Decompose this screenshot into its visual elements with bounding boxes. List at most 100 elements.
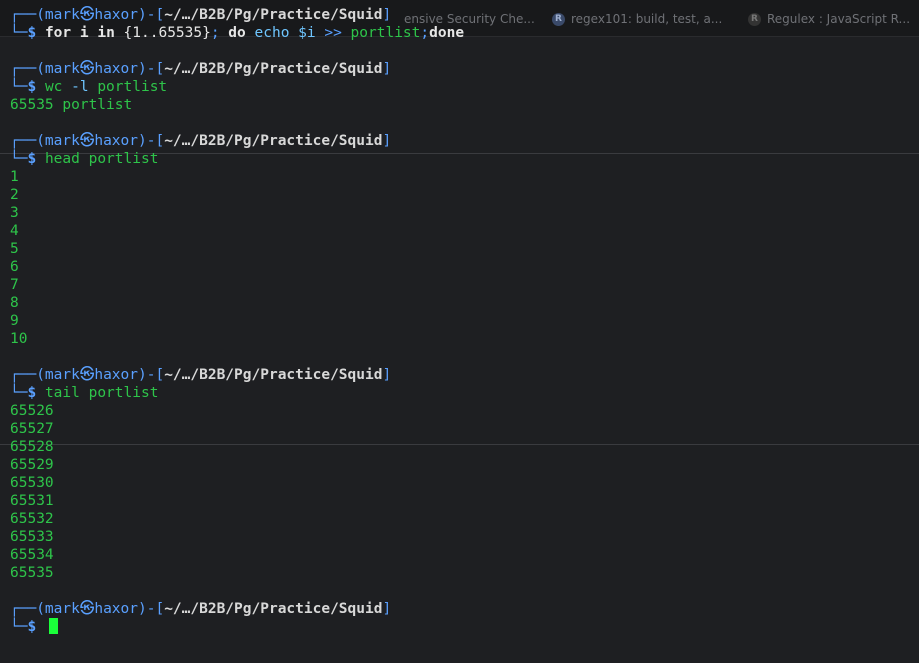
prompt-frame: └─ bbox=[10, 151, 28, 167]
prompt-frame: ] bbox=[382, 133, 392, 149]
terminal-cursor[interactable] bbox=[48, 618, 58, 634]
prompt-frame: ] bbox=[382, 61, 392, 77]
output-line: 65526 bbox=[10, 403, 54, 419]
command-line: └─$ bbox=[10, 618, 919, 636]
prompt-user: mark bbox=[44, 7, 80, 23]
prompt-line: ┌──(mark㉿haxor)-[~/…/B2B/Pg/Practice/Squ… bbox=[10, 6, 919, 24]
command-token: ; bbox=[210, 25, 220, 41]
prompt-cwd: ~/…/B2B/Pg/Practice/Squid bbox=[164, 601, 383, 617]
prompt-frame: ] bbox=[382, 367, 392, 383]
prompt-host: haxor bbox=[94, 367, 138, 383]
command-token: $i bbox=[289, 25, 325, 41]
command-token: done bbox=[429, 25, 465, 41]
output-line: 65535 portlist bbox=[10, 97, 133, 113]
command-line: └─$ tail portlist bbox=[10, 384, 919, 402]
prompt-frame: └─ bbox=[10, 619, 28, 635]
output-line: 65532 bbox=[10, 511, 54, 527]
output-line: 65528 bbox=[10, 439, 54, 455]
prompt-symbol: $ bbox=[27, 619, 37, 635]
terminal-window[interactable]: ensive Security Che... R regex101: build… bbox=[0, 0, 919, 663]
prompt-frame: ] bbox=[382, 7, 392, 23]
output-line: 65535 bbox=[10, 565, 54, 581]
output-line: 8 bbox=[10, 295, 19, 311]
prompt-cwd: ~/…/B2B/Pg/Practice/Squid bbox=[164, 61, 383, 77]
prompt-host: haxor bbox=[94, 61, 138, 77]
prompt-symbol: $ bbox=[27, 25, 37, 41]
prompt-cwd: ~/…/B2B/Pg/Practice/Squid bbox=[164, 367, 383, 383]
output-line: 7 bbox=[10, 277, 19, 293]
command-token: portlist bbox=[79, 151, 159, 167]
prompt-frame: └─ bbox=[10, 385, 28, 401]
command-token: >> bbox=[324, 25, 342, 41]
command-token: tail bbox=[44, 385, 80, 401]
command-token: head bbox=[44, 151, 80, 167]
command-token: portlist bbox=[97, 79, 168, 95]
prompt-frame: ┌──( bbox=[10, 367, 45, 383]
output-line: 9 bbox=[10, 313, 19, 329]
output-line: 65531 bbox=[10, 493, 54, 509]
command-line: └─$ wc -l portlist bbox=[10, 78, 919, 96]
output-line: 65527 bbox=[10, 421, 54, 437]
output-line: 65534 bbox=[10, 547, 54, 563]
skull-icon: ㉿ bbox=[79, 601, 95, 617]
prompt-symbol: $ bbox=[27, 79, 37, 95]
command-token: ; bbox=[420, 25, 430, 41]
skull-icon: ㉿ bbox=[79, 61, 95, 77]
output-line: 65533 bbox=[10, 529, 54, 545]
command-token: do bbox=[219, 25, 255, 41]
output-line: 1 bbox=[10, 169, 19, 185]
prompt-user: mark bbox=[44, 601, 80, 617]
output-line: 2 bbox=[10, 187, 19, 203]
command-token: in bbox=[97, 25, 115, 41]
output-line: 5 bbox=[10, 241, 19, 257]
prompt-frame: ┌──( bbox=[10, 61, 45, 77]
prompt-frame: )-[ bbox=[138, 61, 165, 77]
command-token: for bbox=[44, 25, 72, 41]
prompt-frame: ┌──( bbox=[10, 601, 45, 617]
prompt-symbol: $ bbox=[27, 385, 37, 401]
prompt-user: mark bbox=[44, 133, 80, 149]
prompt-frame: )-[ bbox=[138, 367, 165, 383]
command-token: echo bbox=[254, 25, 290, 41]
command-token: -l bbox=[62, 79, 98, 95]
prompt-cwd: ~/…/B2B/Pg/Practice/Squid bbox=[164, 7, 383, 23]
command-token: i bbox=[71, 25, 98, 41]
command-line: └─$ head portlist bbox=[10, 150, 919, 168]
prompt-line: ┌──(mark㉿haxor)-[~/…/B2B/Pg/Practice/Squ… bbox=[10, 600, 919, 618]
prompt-frame: )-[ bbox=[138, 601, 165, 617]
prompt-host: haxor bbox=[94, 7, 138, 23]
output-line: 4 bbox=[10, 223, 19, 239]
prompt-frame: ┌──( bbox=[10, 133, 45, 149]
prompt-frame: ] bbox=[382, 601, 392, 617]
skull-icon: ㉿ bbox=[79, 367, 95, 383]
skull-icon: ㉿ bbox=[79, 7, 95, 23]
prompt-user: mark bbox=[44, 61, 80, 77]
prompt-frame: └─ bbox=[10, 79, 28, 95]
command-token: wc bbox=[44, 79, 63, 95]
prompt-frame: )-[ bbox=[138, 7, 165, 23]
command-token: portlist bbox=[341, 25, 421, 41]
prompt-line: ┌──(mark㉿haxor)-[~/…/B2B/Pg/Practice/Squ… bbox=[10, 60, 919, 78]
prompt-frame: ┌──( bbox=[10, 7, 45, 23]
prompt-host: haxor bbox=[94, 601, 138, 617]
skull-icon: ㉿ bbox=[79, 133, 95, 149]
prompt-line: ┌──(mark㉿haxor)-[~/…/B2B/Pg/Practice/Squ… bbox=[10, 366, 919, 384]
command-token: portlist bbox=[79, 385, 159, 401]
output-line: 10 bbox=[10, 331, 28, 347]
prompt-host: haxor bbox=[94, 133, 138, 149]
prompt-frame: └─ bbox=[10, 25, 28, 41]
output-line: 6 bbox=[10, 259, 19, 275]
prompt-cwd: ~/…/B2B/Pg/Practice/Squid bbox=[164, 133, 383, 149]
prompt-frame: )-[ bbox=[138, 133, 165, 149]
output-line: 65529 bbox=[10, 457, 54, 473]
command-token: {1..65535} bbox=[114, 25, 211, 41]
command-line: └─$ for i in {1..65535}; do echo $i >> p… bbox=[10, 24, 919, 42]
prompt-line: ┌──(mark㉿haxor)-[~/…/B2B/Pg/Practice/Squ… bbox=[10, 132, 919, 150]
output-line: 65530 bbox=[10, 475, 54, 491]
output-line: 3 bbox=[10, 205, 19, 221]
terminal-output: ┌──(mark㉿haxor)-[~/…/B2B/Pg/Practice/Squ… bbox=[10, 6, 919, 636]
